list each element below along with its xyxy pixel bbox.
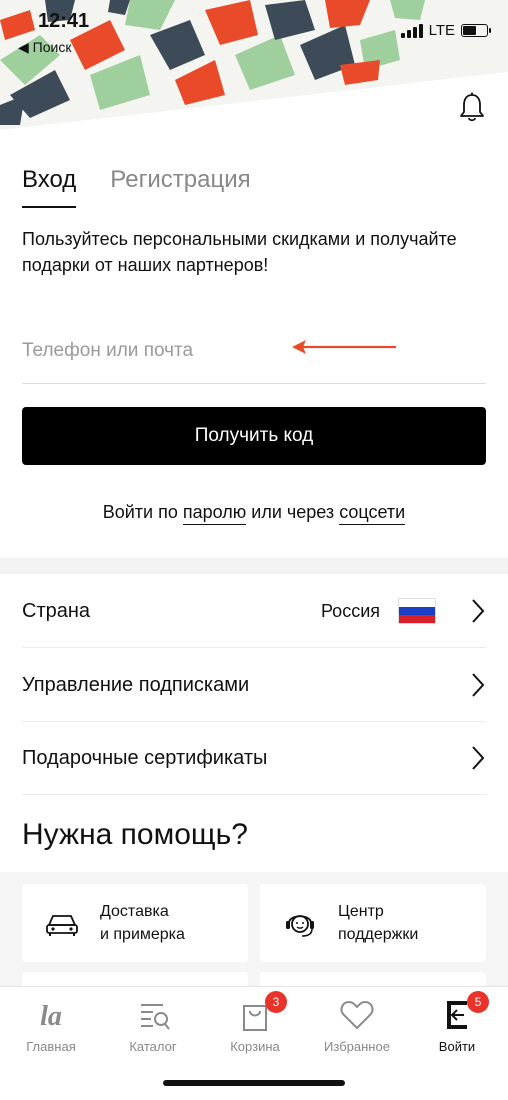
- tab-registration[interactable]: Регистрация: [110, 166, 250, 208]
- back-to-search-link[interactable]: ◀ Поиск: [18, 39, 71, 56]
- get-code-button[interactable]: Получить код: [22, 407, 486, 465]
- nav-cart-label: Корзина: [230, 1039, 280, 1054]
- help-cards: Доставка и примерка Центр поддержки: [0, 872, 508, 1002]
- password-login-link[interactable]: паролю: [182, 502, 247, 525]
- support-card-line2: поддержки: [338, 926, 419, 943]
- home-indicator: [163, 1080, 345, 1086]
- alternative-login: Войти по паролю или через соцсети: [0, 502, 508, 525]
- chevron-right-icon: [472, 673, 485, 697]
- phone-or-email-input[interactable]: [22, 318, 486, 384]
- annotation-arrow-icon: [292, 340, 396, 354]
- nav-home[interactable]: la Главная: [0, 997, 102, 1054]
- section-divider: [0, 558, 508, 574]
- nav-login[interactable]: 5 Войти: [406, 991, 508, 1054]
- delivery-card-text: Доставка и примерка: [100, 900, 185, 946]
- tab-login[interactable]: Вход: [22, 166, 77, 208]
- support-card-line1: Центр: [338, 903, 384, 920]
- delivery-card-line2: и примерка: [100, 926, 185, 943]
- bell-icon[interactable]: [458, 92, 486, 124]
- gift-certificates-label: Подарочные сертификаты: [22, 746, 268, 769]
- nav-catalog-label: Каталог: [129, 1039, 177, 1054]
- support-card[interactable]: Центр поддержки: [260, 884, 486, 962]
- headset-icon: [286, 915, 314, 937]
- status-time: 12:41: [38, 10, 90, 32]
- network-label: LTE: [428, 22, 455, 39]
- gift-certificates-row[interactable]: Подарочные сертификаты: [22, 722, 486, 795]
- status-indicators: LTE: [400, 22, 491, 39]
- bag-icon: 3: [235, 991, 287, 1033]
- nav-favorites-label: Избранное: [324, 1039, 390, 1054]
- heart-icon: [337, 997, 377, 1033]
- help-title: Нужна помощь?: [22, 818, 248, 851]
- battery-icon: [461, 24, 491, 37]
- chevron-right-icon: [472, 746, 485, 770]
- nav-home-label: Главная: [26, 1039, 76, 1054]
- login-badge: 5: [467, 991, 489, 1013]
- nav-favorites[interactable]: Избранное: [306, 997, 408, 1054]
- country-value: Россия: [320, 600, 380, 621]
- nav-catalog[interactable]: Каталог: [102, 997, 204, 1054]
- alt-login-prefix: Войти по: [102, 502, 178, 522]
- login-door-icon: 5: [437, 991, 489, 1033]
- russia-flag-icon: [398, 598, 436, 624]
- promo-text: Пользуйтесь персональными скидками и пол…: [22, 229, 457, 275]
- delivery-card-line1: Доставка: [100, 903, 169, 920]
- catalog-search-icon: [133, 997, 173, 1033]
- chevron-right-icon: [472, 599, 485, 623]
- car-icon: [46, 915, 78, 936]
- home-logo-icon: la: [31, 997, 71, 1033]
- nav-cart[interactable]: 3 Корзина: [204, 991, 306, 1054]
- social-login-link[interactable]: соцсети: [339, 502, 406, 525]
- subscriptions-label: Управление подписками: [22, 673, 250, 696]
- svg-text:la: la: [40, 1001, 62, 1032]
- cart-badge: 3: [265, 991, 287, 1013]
- auth-tabs: Вход Регистрация: [22, 166, 251, 208]
- alt-login-middle: или через: [251, 502, 335, 522]
- delivery-card[interactable]: Доставка и примерка: [22, 884, 248, 962]
- header-banner: 12:41 ◀ Поиск LTE: [0, 0, 508, 130]
- country-row[interactable]: Страна Россия: [22, 575, 486, 648]
- signal-icon: [400, 23, 423, 38]
- country-label: Страна: [22, 599, 91, 622]
- support-card-text: Центр поддержки: [338, 900, 418, 946]
- nav-login-label: Войти: [438, 1039, 476, 1054]
- subscriptions-row[interactable]: Управление подписками: [22, 649, 486, 722]
